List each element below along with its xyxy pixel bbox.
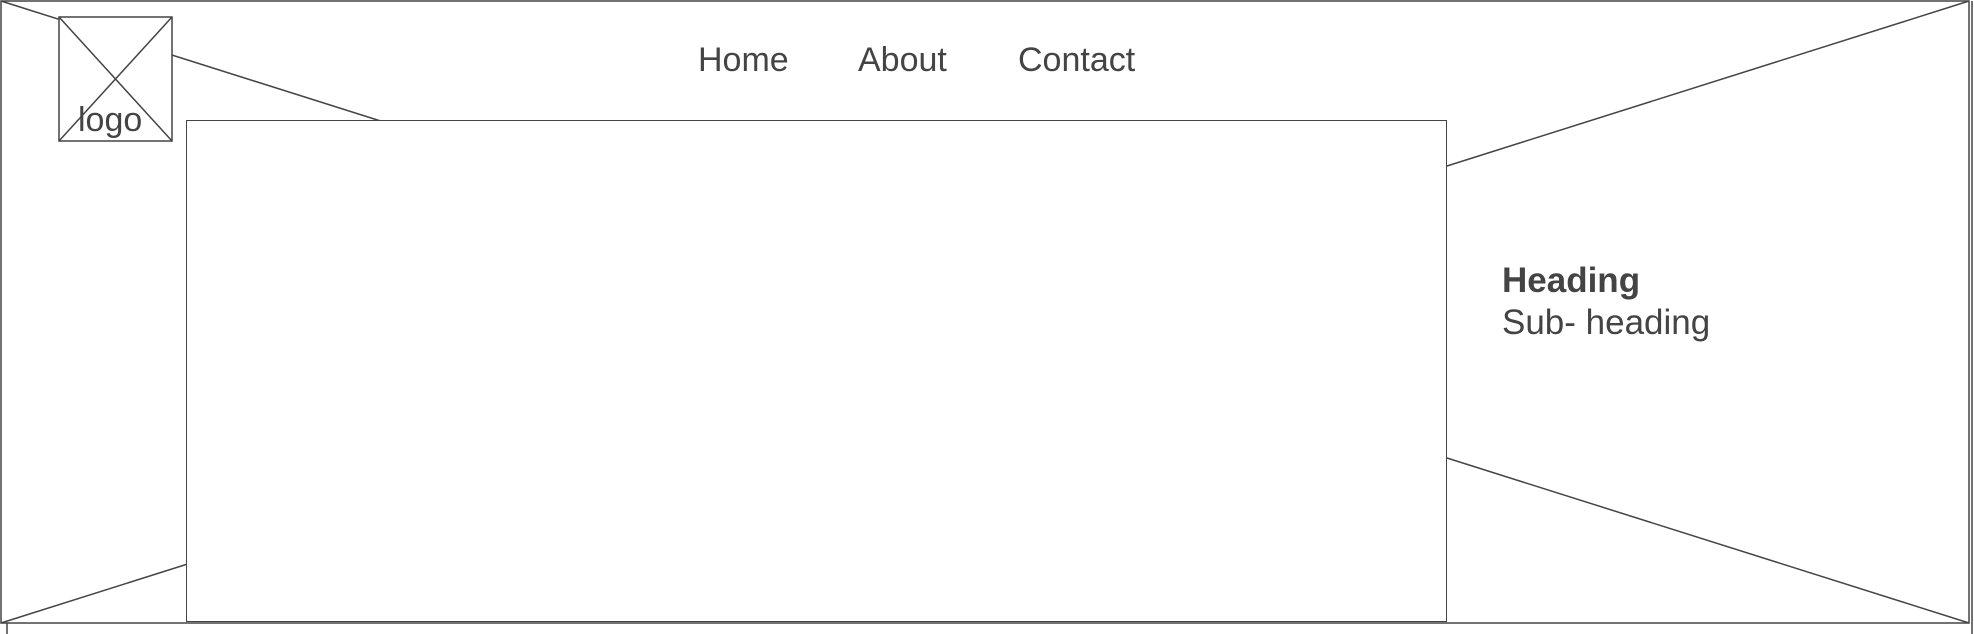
nav-link-home[interactable]: Home bbox=[698, 38, 789, 82]
hero-heading: Heading bbox=[1502, 261, 1641, 300]
hero-image-placeholder bbox=[186, 120, 1447, 622]
nav-link-contact[interactable]: Contact bbox=[1018, 38, 1135, 82]
logo-label[interactable]: logo bbox=[78, 100, 142, 140]
hero-subheading: Sub- heading bbox=[1502, 303, 1711, 342]
nav-link-about[interactable]: About bbox=[858, 38, 947, 82]
